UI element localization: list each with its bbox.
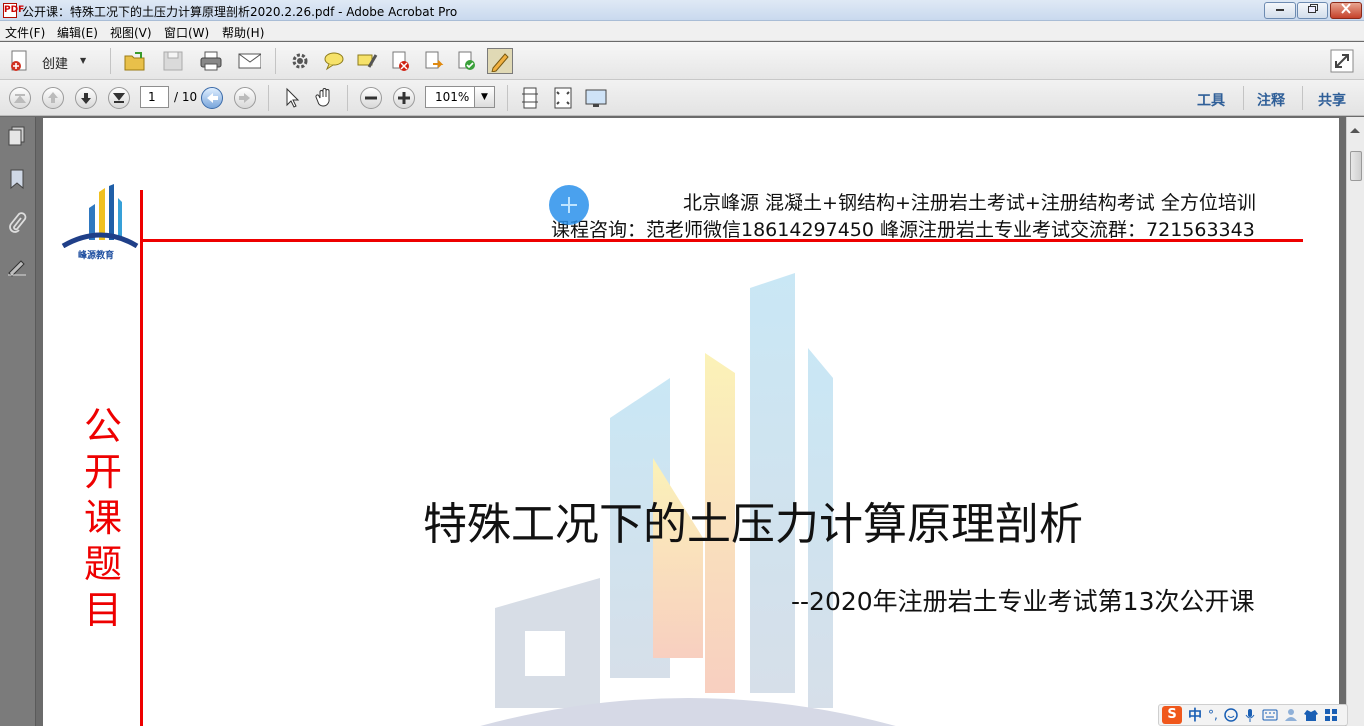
comment-bubble-icon[interactable] (322, 49, 346, 73)
vertical-title: 公开课题目 (83, 404, 122, 632)
toolbar-separator (268, 85, 269, 111)
bookmarks-icon[interactable] (6, 168, 28, 190)
user-account-icon[interactable] (1284, 708, 1298, 722)
sub-title: --2020年注册岩土专业考试第13次公开课 (791, 587, 1255, 616)
scroll-mode-icon[interactable] (518, 86, 542, 110)
chevron-down-icon: ▼ (481, 92, 488, 102)
zoom-dropdown-button[interactable]: ▼ (475, 86, 495, 108)
menu-view[interactable]: 视图(V) (110, 24, 152, 41)
tab-share[interactable]: 共享 (1318, 90, 1346, 110)
last-page-icon (112, 93, 126, 103)
restore-button[interactable] (1297, 2, 1328, 19)
attachments-paperclip-icon[interactable] (6, 212, 28, 234)
navigation-pane (0, 117, 36, 726)
ime-toolbar: S 中 °, (1158, 704, 1348, 726)
ime-punctuation-toggle[interactable]: °, (1208, 708, 1218, 722)
skin-shirt-icon[interactable] (1303, 708, 1318, 722)
previous-page-icon (48, 92, 58, 103)
signatures-pen-icon[interactable] (6, 255, 28, 277)
first-page-icon (13, 94, 27, 103)
restore-icon (1307, 4, 1318, 13)
panel-separator (1302, 86, 1303, 110)
close-button[interactable] (1330, 2, 1362, 19)
page-thumbnails-icon[interactable] (6, 125, 28, 147)
scroll-up-icon[interactable] (1350, 127, 1360, 133)
zoom-out-icon (365, 96, 377, 100)
mouse-cursor-highlight (549, 185, 589, 225)
page-total: / 10 (174, 90, 198, 104)
highlight-text-icon[interactable] (355, 49, 379, 73)
red-vertical-rule (140, 190, 143, 726)
acrobat-pdf-icon: PDF (3, 3, 24, 18)
zoom-input[interactable]: 101% (425, 86, 475, 108)
scrollbar-thumb[interactable] (1350, 151, 1362, 181)
export-document-icon[interactable] (421, 49, 445, 73)
window-title: 公开课：特殊工况下的土压力计算原理剖析2020.2.26.pdf - Adobe… (22, 5, 458, 19)
hand-tool-icon[interactable] (313, 86, 337, 110)
select-cursor-icon[interactable] (281, 86, 305, 110)
emoji-smile-icon[interactable] (1224, 708, 1238, 722)
menu-file[interactable]: 文件(F) (5, 24, 45, 41)
fullscreen-expand-icon[interactable] (1330, 49, 1354, 73)
menu-help[interactable]: 帮助(H) (222, 24, 264, 41)
previous-view-icon (207, 93, 218, 103)
toolbar-separator (347, 85, 348, 111)
save-icon[interactable] (161, 49, 185, 73)
create-dropdown-icon[interactable]: ▼ (80, 56, 86, 65)
settings-gear-icon[interactable] (288, 49, 312, 73)
ime-chinese-mode[interactable]: 中 (1188, 705, 1202, 725)
create-pdf-icon[interactable] (8, 49, 32, 73)
tab-tools[interactable]: 工具 (1197, 90, 1225, 110)
toolbar-separator (275, 48, 276, 74)
logo-text: 峰源教育 (78, 251, 115, 261)
email-icon[interactable] (237, 49, 261, 73)
next-view-icon (239, 93, 250, 103)
menu-window[interactable]: 窗口(W) (164, 24, 209, 41)
minimize-button[interactable] (1264, 2, 1296, 19)
read-mode-icon[interactable] (584, 86, 608, 110)
redact-document-icon[interactable] (388, 49, 412, 73)
fit-page-icon[interactable] (551, 86, 575, 110)
title-bar: PDF 公开课：特殊工况下的土压力计算原理剖析2020.2.26.pdf - A… (0, 0, 1364, 21)
company-logo (61, 184, 139, 248)
tab-comment[interactable]: 注释 (1257, 90, 1285, 110)
main-toolbar: 创建 ▼ (0, 42, 1364, 80)
header-line-2: 课程咨询：范老师微信18614297450 峰源注册岩土专业考试交流群：7215… (551, 219, 1255, 241)
vertical-scrollbar[interactable] (1346, 117, 1364, 726)
print-icon[interactable] (199, 49, 223, 73)
toolbar-separator (110, 48, 111, 74)
page-number-input[interactable]: 1 (140, 86, 169, 108)
menu-bar: 文件(F) 编辑(E) 视图(V) 窗口(W) 帮助(H) (0, 21, 1364, 41)
sogou-ime-logo[interactable]: S (1162, 706, 1182, 724)
close-icon (1341, 3, 1351, 14)
main-title: 特殊工况下的土压力计算原理剖析 (423, 499, 1083, 550)
menu-edit[interactable]: 编辑(E) (57, 24, 98, 41)
header-line-1: 北京峰源 混凝土+钢结构+注册岩土考试+注册结构考试 全方位培训 (683, 192, 1256, 214)
next-page-icon (81, 93, 91, 104)
open-folder-icon[interactable] (123, 49, 147, 73)
keyboard-icon[interactable] (1262, 709, 1278, 721)
microphone-icon[interactable] (1244, 708, 1256, 722)
toolbar-separator (507, 85, 508, 111)
sign-document-icon[interactable] (454, 49, 478, 73)
zoom-in-icon (398, 92, 410, 104)
toolbox-grid-icon[interactable] (1324, 708, 1338, 722)
panel-separator (1243, 86, 1244, 110)
pdf-page[interactable]: 峰源教育 北京峰源 混凝土+钢结构+注册岩土考试+注册结构考试 全方位培训 课程… (43, 118, 1339, 726)
edit-pencil-icon[interactable] (487, 48, 513, 74)
minimize-icon (1276, 9, 1284, 11)
create-button[interactable]: 创建 (42, 53, 68, 72)
